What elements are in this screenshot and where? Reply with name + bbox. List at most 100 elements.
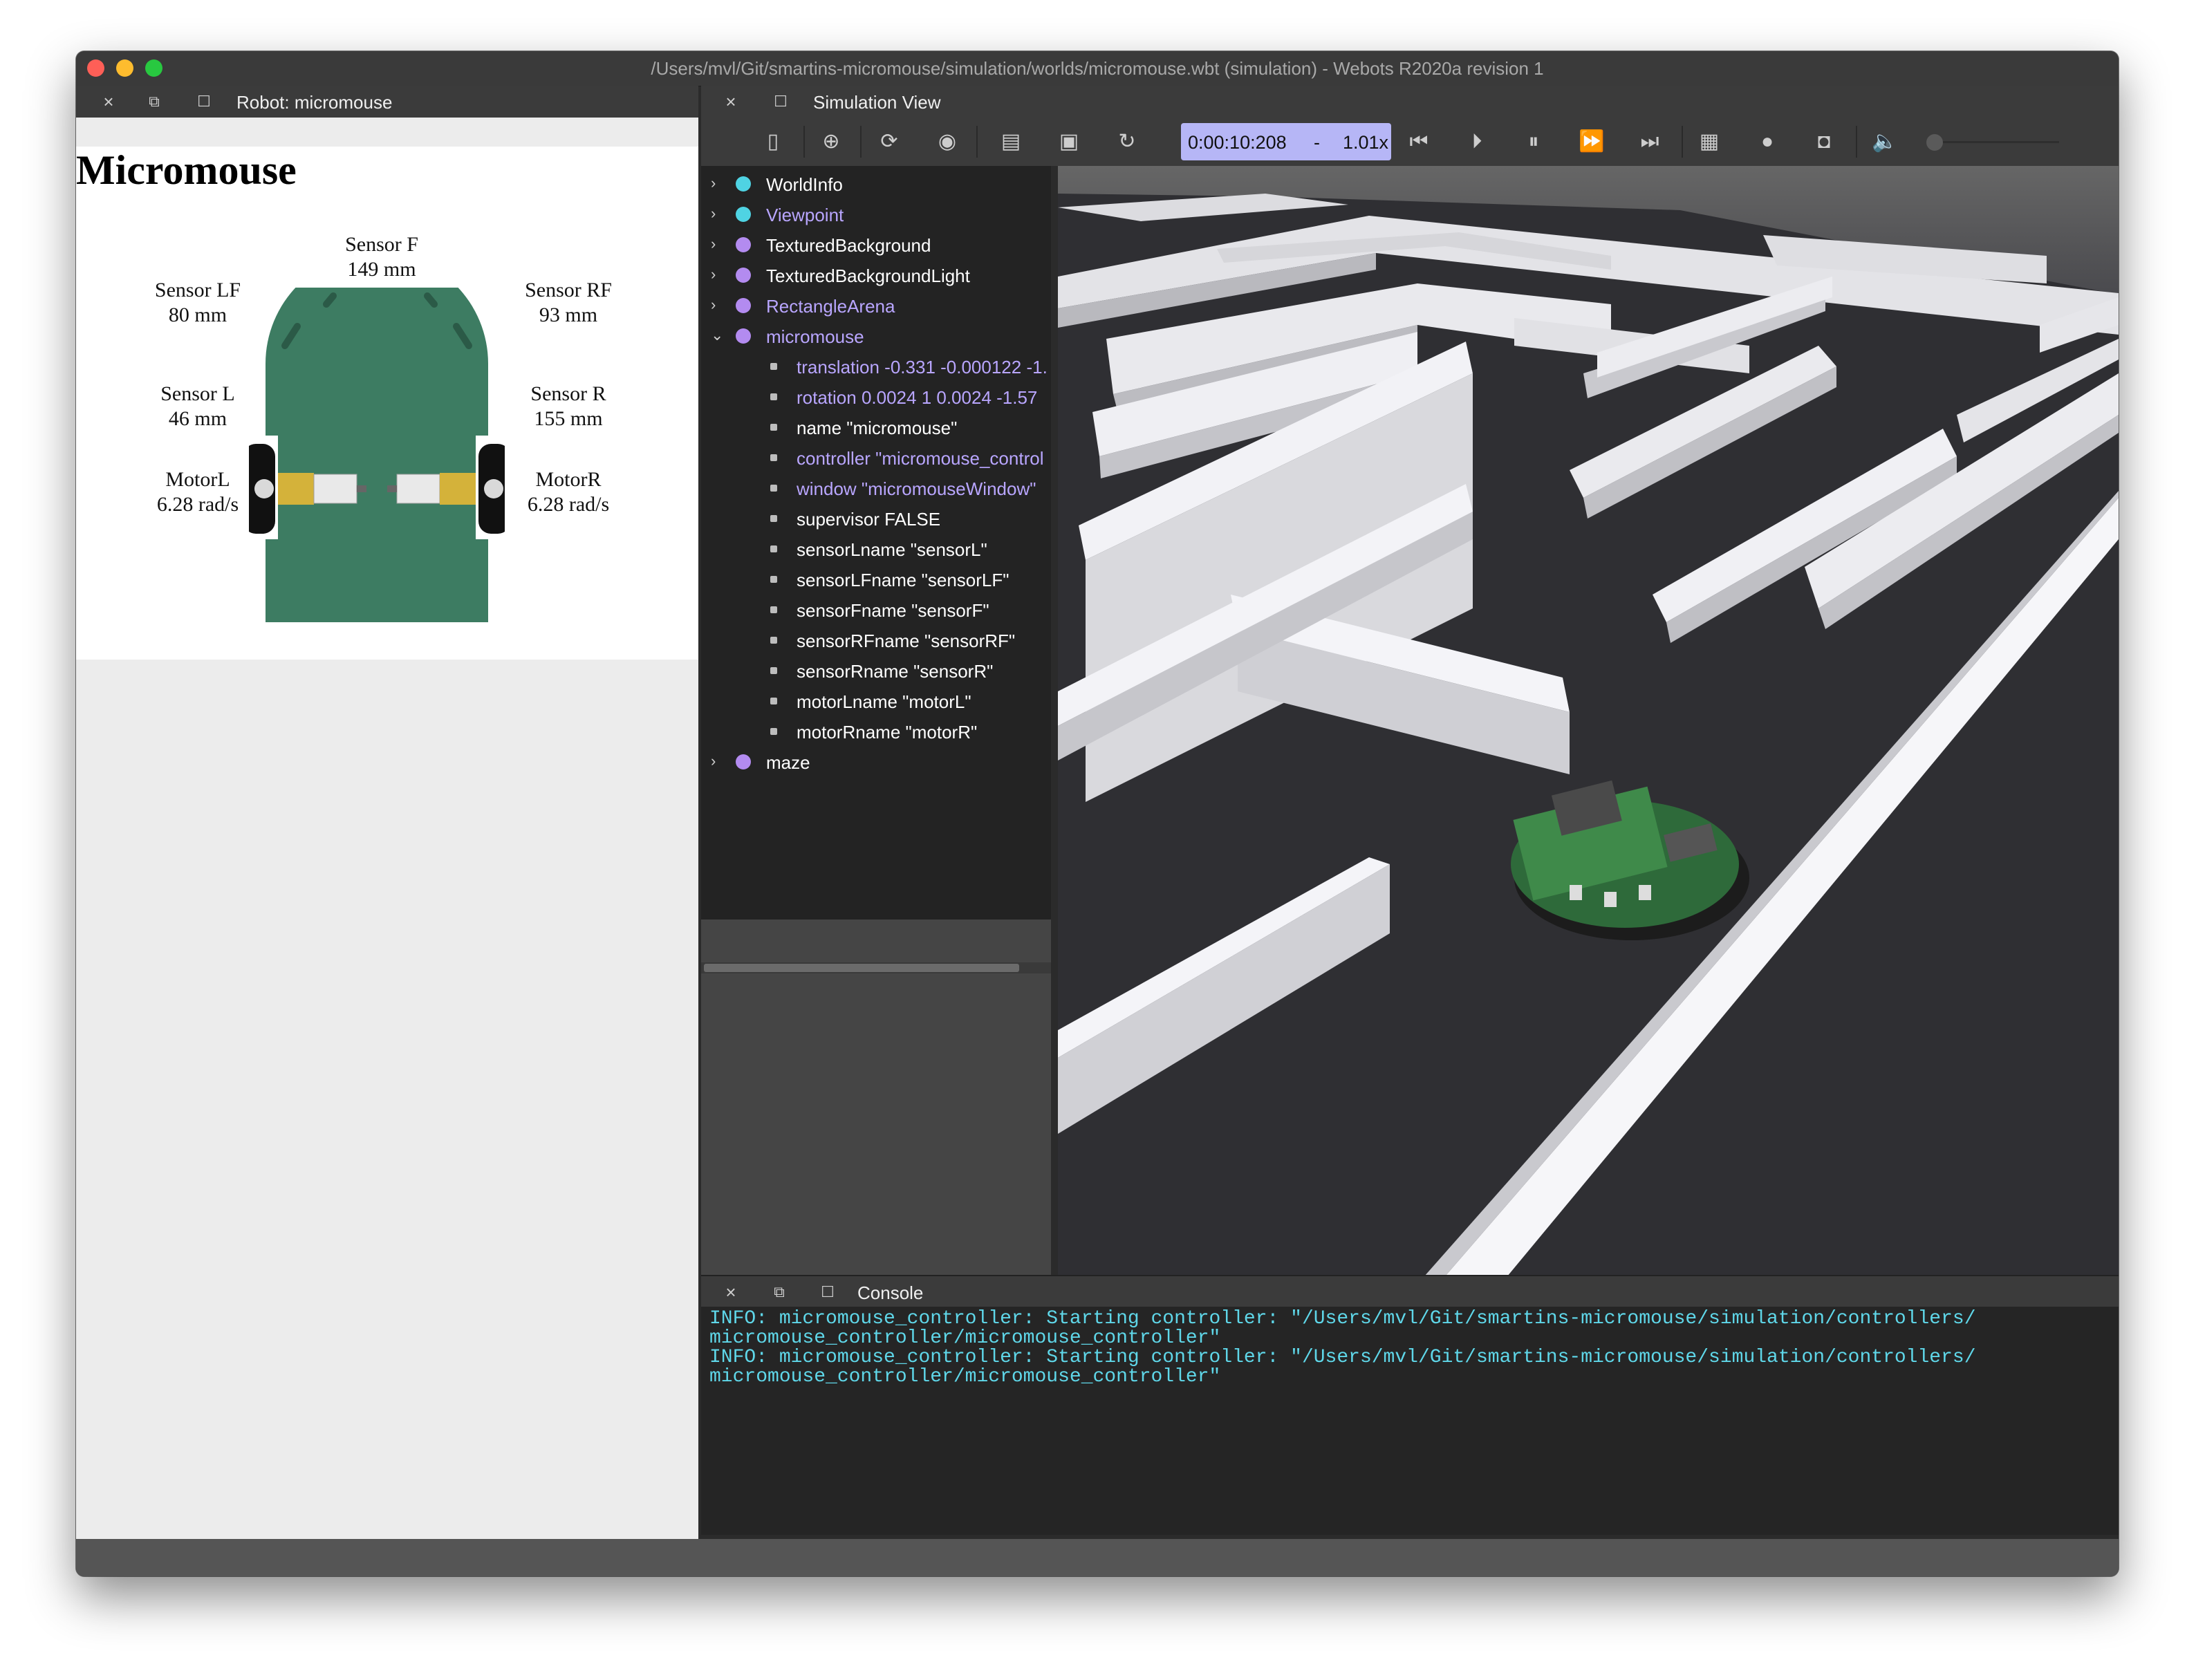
field-bullet-icon	[770, 515, 777, 522]
robot-window-title: Micromouse	[76, 147, 297, 193]
sensor-rf-readout: Sensor RF 93 mm	[485, 278, 651, 328]
chevron-right-icon[interactable]: ›	[711, 752, 716, 770]
save-world-icon[interactable]: ▣	[1055, 128, 1083, 156]
maximize-icon[interactable]: ☐	[816, 1280, 839, 1304]
node-type-icon	[736, 754, 751, 769]
chevron-down-icon[interactable]: ⌄	[711, 326, 723, 344]
field-bullet-icon	[770, 393, 777, 400]
scene-tree-field[interactable]: window "micromouseWindow"	[701, 473, 1051, 503]
sensor-r-value: 155 mm	[534, 407, 603, 430]
simulation-time: 0:00:10:208	[1188, 132, 1287, 153]
scene-tree-field-label: sensorFname "sensorF"	[797, 600, 989, 621]
scene-tree-node[interactable]: › Viewpoint	[701, 199, 1051, 230]
screenshot-camera-icon[interactable]: ◘	[1810, 128, 1838, 156]
console-line: INFO: micromouse_controller: Starting co…	[709, 1308, 1976, 1329]
micromouse-top-view-illustration	[249, 288, 505, 622]
open-world-folder-icon[interactable]: ▤	[997, 128, 1025, 156]
simulation-view-header: × ☐ Simulation View	[701, 86, 2119, 118]
follow-object-icon[interactable]: ⟳	[875, 128, 903, 156]
node-type-icon	[736, 328, 751, 344]
console-line: INFO: micromouse_controller: Starting co…	[709, 1347, 1976, 1368]
mute-speaker-icon[interactable]: 🔈	[1871, 128, 1899, 156]
volume-slider-track[interactable]	[1935, 141, 2059, 143]
run-icon[interactable]: ⏩	[1578, 128, 1606, 156]
simulation-view-tab-label: Simulation View	[813, 92, 941, 113]
scene-tree-node[interactable]: › RectangleArena	[701, 290, 1051, 321]
node-type-icon	[736, 176, 751, 192]
scene-tree-field-label: sensorRFname "sensorRF"	[797, 631, 1016, 651]
field-bullet-icon	[770, 545, 777, 552]
window-title: /Users/mvl/Git/smartins-micromouse/simul…	[651, 58, 1544, 79]
scene-tree-field[interactable]: sensorLFname "sensorLF"	[701, 564, 1051, 595]
webots-window: /Users/mvl/Git/smartins-micromouse/simul…	[76, 51, 2119, 1576]
scene-tree-horizontal-scrollbar[interactable]	[701, 962, 1051, 973]
node-type-icon	[736, 298, 751, 313]
scene-tree-node[interactable]: › TexturedBackgroundLight	[701, 260, 1051, 290]
scrollbar-thumb[interactable]	[704, 964, 1019, 972]
scene-tree-node[interactable]: › maze	[701, 747, 1051, 777]
close-icon[interactable]: ×	[719, 1280, 743, 1304]
scene-tree-node-label: Viewpoint	[766, 205, 844, 225]
add-node-icon[interactable]: ⊕	[817, 128, 845, 156]
scene-tree-node-label: TexturedBackgroundLight	[766, 265, 970, 286]
close-icon[interactable]: ×	[719, 90, 743, 113]
node-type-icon	[736, 268, 751, 283]
record-movie-icon[interactable]: ▦	[1695, 128, 1723, 156]
pause-icon[interactable]: ⏸	[1520, 128, 1547, 156]
scene-tree-field[interactable]: translation -0.331 -0.000122 -1.	[701, 351, 1051, 382]
console-output[interactable]: INFO: micromouse_controller: Starting co…	[701, 1307, 2119, 1535]
fast-forward-icon[interactable]: ⏭	[1636, 128, 1664, 156]
volume-slider-handle[interactable]	[1926, 134, 1943, 151]
node-type-icon	[736, 207, 751, 222]
scene-tree-field[interactable]: controller "micromouse_control	[701, 442, 1051, 473]
field-bullet-icon	[770, 667, 777, 674]
scene-tree-node[interactable]: › WorldInfo	[701, 169, 1051, 199]
node-type-icon	[736, 237, 751, 252]
reset-simulation-icon[interactable]: ⏮	[1405, 128, 1433, 156]
chevron-right-icon[interactable]: ›	[711, 235, 716, 253]
field-bullet-icon	[770, 728, 777, 735]
chevron-right-icon[interactable]: ›	[711, 296, 716, 314]
scene-tree-node[interactable]: ⌄ micromouse	[701, 321, 1051, 351]
scene-tree-list: › WorldInfo › Viewpoint › TexturedBackground ›…	[701, 166, 1051, 920]
3d-simulation-view[interactable]	[1058, 166, 2119, 1276]
scene-tree-field-label: controller "micromouse_control	[797, 448, 1044, 469]
chevron-right-icon[interactable]: ›	[711, 174, 716, 192]
scene-tree-field[interactable]: name "micromouse"	[701, 412, 1051, 442]
scene-tree-field[interactable]: sensorLname "sensorL"	[701, 534, 1051, 564]
scene-tree-field[interactable]: sensorFname "sensorF"	[701, 595, 1051, 625]
status-bar	[76, 1539, 2119, 1576]
close-icon[interactable]: ×	[97, 90, 120, 113]
scene-tree-field[interactable]: sensorRFname "sensorRF"	[701, 625, 1051, 655]
float-icon[interactable]: ⧉	[767, 1280, 791, 1304]
scene-tree-node-label: micromouse	[766, 326, 864, 347]
scene-tree-field-label: rotation 0.0024 1 0.0024 -1.57	[797, 387, 1038, 408]
scene-tree-field-label: name "micromouse"	[797, 418, 958, 438]
console-header: × ⧉ ☐ Console	[701, 1275, 2119, 1308]
chevron-right-icon[interactable]: ›	[711, 265, 716, 283]
toggle-scene-tree-icon[interactable]: ▯	[759, 128, 787, 156]
field-bullet-icon	[770, 698, 777, 704]
scene-tree-node[interactable]: › TexturedBackground	[701, 230, 1051, 260]
chevron-right-icon[interactable]: ›	[711, 205, 716, 223]
field-bullet-icon	[770, 424, 777, 431]
scene-tree-field[interactable]: motorLname "motorL"	[701, 686, 1051, 716]
scene-tree-field[interactable]: supervisor FALSE	[701, 503, 1051, 534]
scene-tree-field-label: translation -0.331 -0.000122 -1.	[797, 357, 1048, 377]
reload-world-icon[interactable]: ↻	[1113, 128, 1141, 156]
maximize-icon[interactable]: ☐	[769, 90, 792, 113]
maximize-icon[interactable]: ☐	[192, 90, 216, 113]
scene-tree-field[interactable]: rotation 0.0024 1 0.0024 -1.57	[701, 382, 1051, 412]
record-animation-icon[interactable]: ●	[1753, 128, 1781, 156]
field-bullet-icon	[770, 485, 777, 492]
sensor-rf-value: 93 mm	[539, 304, 598, 326]
view-menu-eye-icon[interactable]: ◉	[933, 128, 961, 156]
scene-tree-field[interactable]: sensorRname "sensorR"	[701, 655, 1051, 686]
float-icon[interactable]: ⧉	[142, 90, 166, 113]
step-icon[interactable]: ⏵	[1463, 128, 1491, 156]
simulation-toolbar: ▯ ⊕ ⟳ ◉ ▤ ▣ ↻ 0:00:10:208 - 1.01x ⏮ ⏵ ⏸ …	[701, 118, 2119, 166]
scene-tree-field-label: sensorRname "sensorR"	[797, 661, 994, 682]
simulation-time-display: 0:00:10:208 - 1.01x	[1181, 123, 1391, 160]
field-bullet-icon	[770, 637, 777, 644]
scene-tree-field[interactable]: motorRname "motorR"	[701, 716, 1051, 747]
